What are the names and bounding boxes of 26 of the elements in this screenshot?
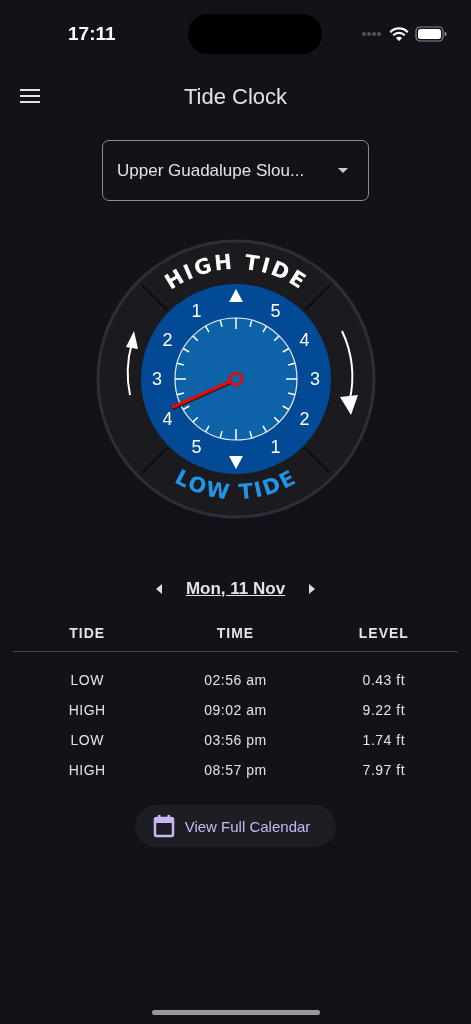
column-header: TIDE <box>68 625 107 641</box>
column-header: LEVEL <box>357 625 410 641</box>
view-calendar-button[interactable]: View Full Calendar <box>134 805 337 847</box>
date-link[interactable]: Mon, 11 Nov <box>185 579 286 599</box>
column-header: TIME <box>215 625 256 641</box>
table-cell-text: 09:02 am <box>203 702 268 718</box>
signal-icon <box>361 31 383 37</box>
table-cell-text: 1.74 ft <box>361 732 407 748</box>
table-cell-text: HIGH <box>67 702 107 718</box>
table-cell-text: 9.22 ft <box>361 702 407 718</box>
calendar-icon <box>152 814 175 838</box>
table-cell-text: 7.97 ft <box>361 762 407 778</box>
table-cell-text: HIGH <box>67 762 107 778</box>
battery-icon <box>415 26 447 42</box>
app-title: Tide Clock <box>183 84 288 110</box>
location-dropdown[interactable]: Upper Guadalupe Slou... <box>102 140 369 201</box>
table-cell-text: LOW <box>69 732 105 748</box>
dropdown-caret-icon <box>338 167 348 174</box>
status-time: 17:11 <box>68 23 116 45</box>
wifi-icon <box>389 26 409 42</box>
menu-icon[interactable] <box>20 89 40 103</box>
table-cell-text: 02:56 am <box>203 672 268 688</box>
table-cell-text: 0.43 ft <box>361 672 407 688</box>
table-cell-text: 03:56 pm <box>203 732 268 748</box>
table-cell-text: 08:57 pm <box>203 762 268 778</box>
table-cell-text: LOW <box>69 672 105 688</box>
